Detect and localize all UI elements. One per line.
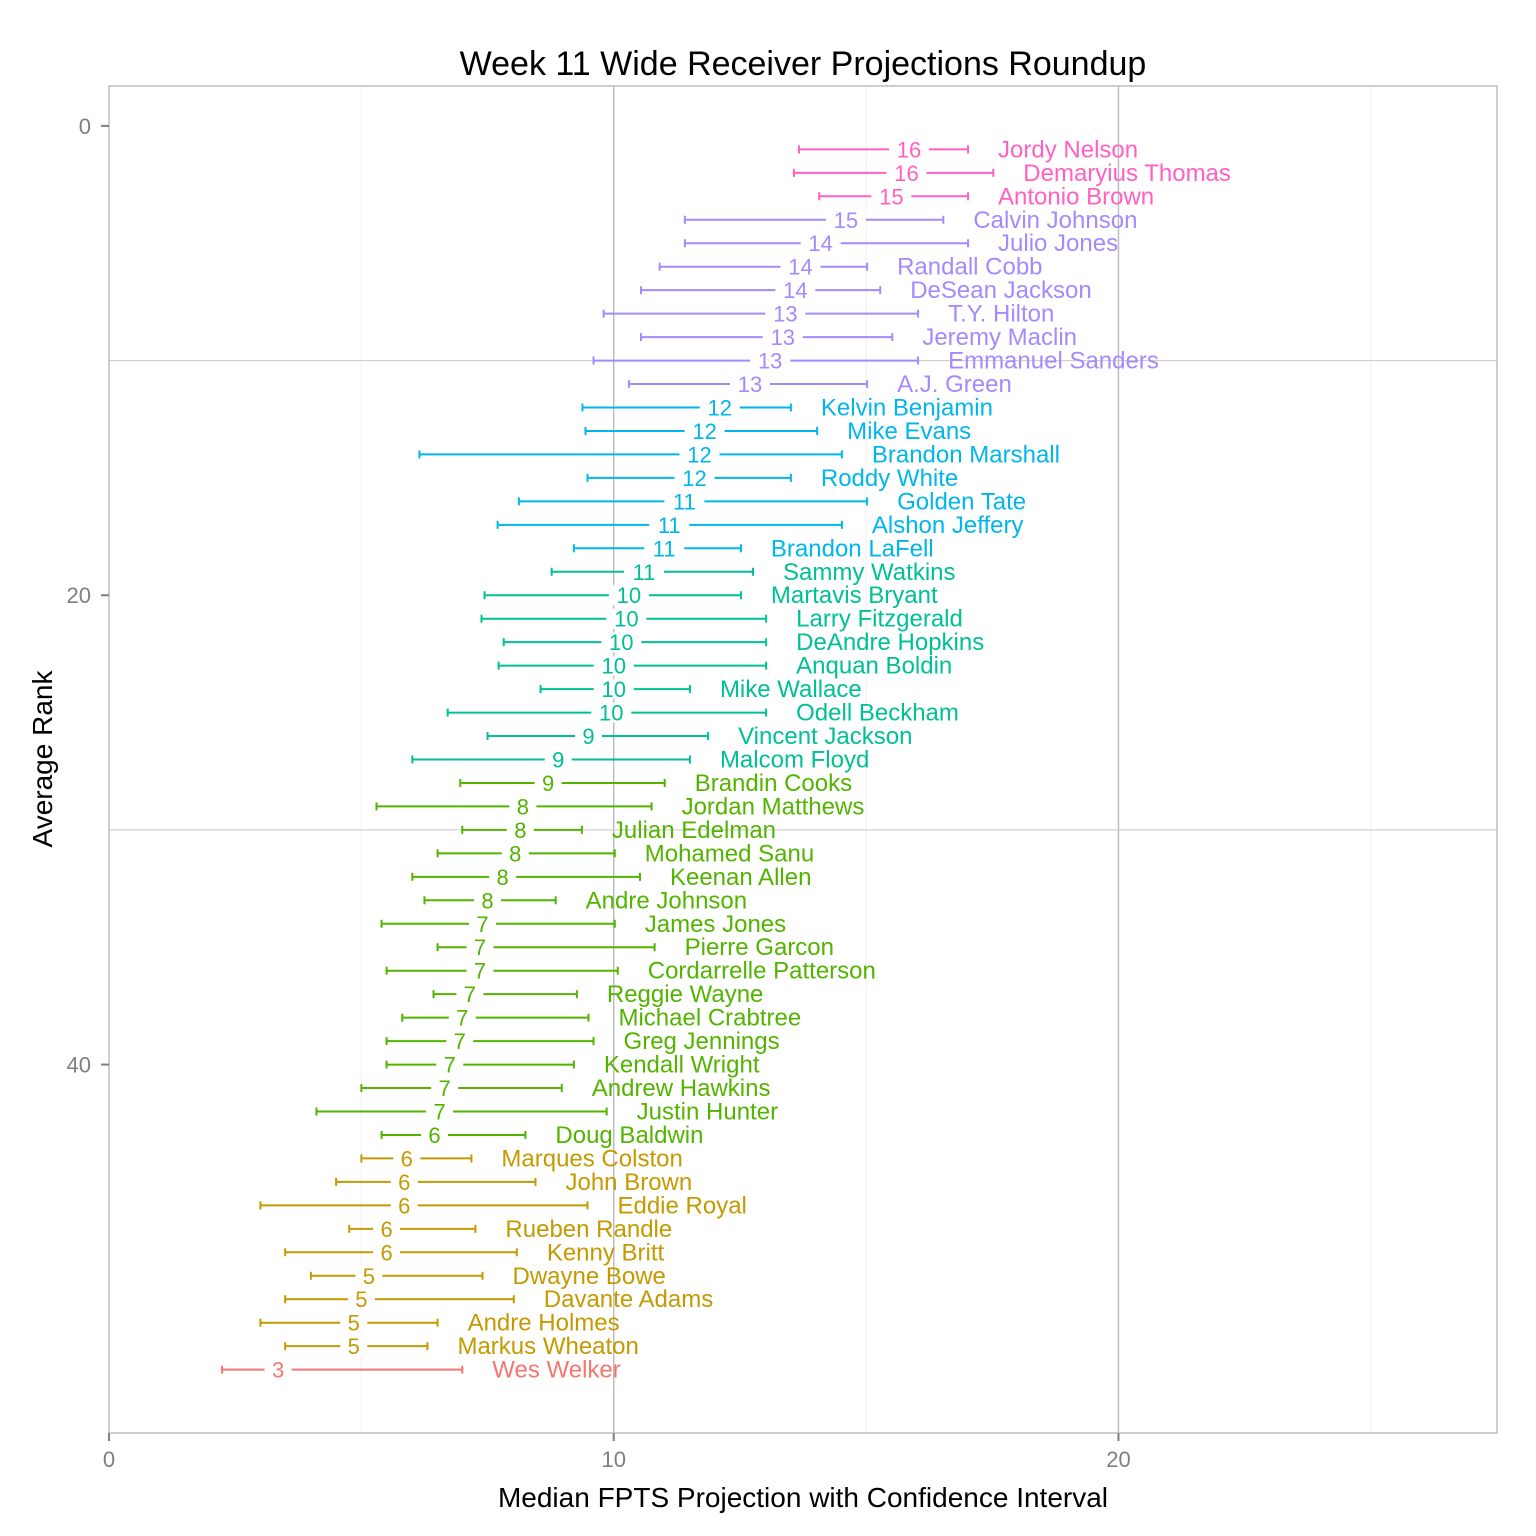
median-label: 10 xyxy=(601,654,625,679)
median-label: 13 xyxy=(771,325,795,350)
median-label: 12 xyxy=(687,442,711,467)
median-label: 7 xyxy=(433,1100,445,1125)
median-label: 6 xyxy=(398,1193,410,1218)
median-label: 5 xyxy=(363,1264,375,1289)
median-label: 8 xyxy=(517,794,529,819)
median-label: 11 xyxy=(658,513,681,538)
median-label: 14 xyxy=(788,255,812,280)
median-label: 13 xyxy=(773,302,797,327)
median-label: 3 xyxy=(272,1358,284,1383)
median-label: 8 xyxy=(514,818,526,843)
median-label: 14 xyxy=(808,231,832,256)
median-label: 15 xyxy=(879,184,903,209)
median-label: 7 xyxy=(456,1006,468,1031)
median-label: 9 xyxy=(552,748,564,773)
y-tick-label: 20 xyxy=(67,583,91,608)
median-label: 10 xyxy=(614,607,638,632)
median-label: 6 xyxy=(401,1146,413,1171)
median-label: 14 xyxy=(783,278,807,303)
median-label: 7 xyxy=(464,982,476,1007)
y-axis: 0 20 40 xyxy=(67,114,109,1078)
median-label: 12 xyxy=(682,466,706,491)
y-tick-label: 40 xyxy=(67,1053,91,1078)
median-label: 7 xyxy=(476,912,488,937)
x-tick-label: 0 xyxy=(103,1447,115,1472)
median-label: 12 xyxy=(707,395,731,420)
median-label: 6 xyxy=(380,1217,392,1242)
median-label: 11 xyxy=(673,489,696,514)
median-label: 15 xyxy=(834,208,858,233)
y-tick-label: 0 xyxy=(79,114,91,139)
median-label: 7 xyxy=(474,935,486,960)
median-label: 7 xyxy=(444,1053,456,1078)
median-label: 8 xyxy=(509,841,521,866)
median-label: 13 xyxy=(758,349,782,374)
median-label: 10 xyxy=(609,630,633,655)
median-label: 6 xyxy=(380,1240,392,1265)
median-label: 10 xyxy=(601,677,625,702)
chart-title: Week 11 Wide Receiver Projections Roundu… xyxy=(460,45,1147,83)
x-tick-label: 10 xyxy=(601,1447,625,1472)
y-axis-title: Average Rank xyxy=(27,670,58,848)
median-label: 12 xyxy=(692,419,716,444)
median-label: 5 xyxy=(355,1287,367,1312)
median-label: 7 xyxy=(439,1076,451,1101)
median-label: 6 xyxy=(398,1170,410,1195)
player-name-label: Wes Welker xyxy=(492,1357,620,1384)
median-label: 9 xyxy=(542,771,554,796)
median-label: 5 xyxy=(348,1334,360,1359)
median-label: 9 xyxy=(582,724,594,749)
median-label: 8 xyxy=(497,865,509,890)
x-axis-title: Median FPTS Projection with Confidence I… xyxy=(498,1482,1108,1513)
median-label: 16 xyxy=(897,137,921,162)
median-label: 16 xyxy=(894,161,918,186)
median-label: 11 xyxy=(633,560,656,585)
x-axis: 0 10 20 xyxy=(103,1433,1131,1472)
median-label: 10 xyxy=(599,701,623,726)
median-label: 7 xyxy=(474,959,486,984)
median-label: 11 xyxy=(653,536,676,561)
median-label: 6 xyxy=(428,1123,440,1148)
chart-svg: Week 11 Wide Receiver Projections Roundu… xyxy=(27,45,1498,1513)
median-label: 7 xyxy=(454,1029,466,1054)
median-label: 10 xyxy=(617,583,641,608)
median-label: 8 xyxy=(481,888,493,913)
x-tick-label: 20 xyxy=(1106,1447,1130,1472)
median-label: 13 xyxy=(738,372,762,397)
median-label: 5 xyxy=(348,1311,360,1336)
